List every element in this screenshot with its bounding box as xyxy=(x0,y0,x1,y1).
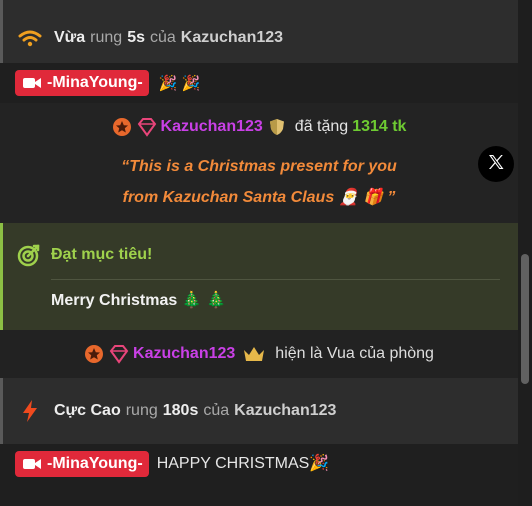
king-username[interactable]: Kazuchan123 xyxy=(133,345,235,363)
video-camera-icon xyxy=(23,458,41,470)
chat-feed: Vừa rung 5s của Kazuchan123 -MinaYoung- … xyxy=(0,0,518,506)
wifi-vibe-icon xyxy=(18,26,42,50)
video-camera-icon xyxy=(23,77,41,89)
lightning-icon xyxy=(18,399,42,423)
star-rank-icon xyxy=(84,344,104,364)
gift-line: Kazuchan123 đã tặng 1314 tk xyxy=(0,117,518,137)
chat-message-row: -MinaYoung- HAPPY CHRISTMAS🎉 xyxy=(0,444,518,506)
vibe-verb: rung xyxy=(90,28,123,46)
gift-event-row: Kazuchan123 đã tặng 1314 tk “This is a C… xyxy=(0,103,518,223)
vibe-duration: 180s xyxy=(162,402,199,419)
star-rank-icon xyxy=(112,117,132,137)
chat-message-row: -MinaYoung- 🎉 🎉 xyxy=(0,63,518,103)
king-text: hiện là Vua của phòng xyxy=(275,345,434,362)
x-logo-icon xyxy=(487,153,505,176)
vibe-of: của xyxy=(149,28,176,46)
badge-username: -MinaYoung- xyxy=(47,74,143,91)
king-event-row: Kazuchan123 hiện là Vua của phòng xyxy=(0,330,518,378)
scrollbar-thumb[interactable] xyxy=(521,254,529,384)
scrollbar-track[interactable] xyxy=(518,0,532,506)
diamond-icon xyxy=(136,117,158,137)
goal-message: Merry Christmas 🎄 🎄 xyxy=(51,292,227,309)
target-icon xyxy=(17,243,41,267)
vibe-level: Cực Cao xyxy=(54,402,121,419)
goal-divider xyxy=(51,279,500,280)
vibe-verb: rung xyxy=(125,402,158,419)
gift-amount: 1314 tk xyxy=(352,118,407,135)
shield-icon xyxy=(269,118,285,136)
goal-reached-row: Đạt mục tiêu! Merry Christmas 🎄 🎄 xyxy=(0,223,518,330)
goal-title: Đạt mục tiêu! xyxy=(51,246,153,263)
gift-verb: đã tặng xyxy=(294,118,349,135)
gift-quote: “This is a Christmas present for you fro… xyxy=(40,151,478,213)
user-badge[interactable]: -MinaYoung- xyxy=(15,70,149,96)
vibe-event-row: Cực Cao rung 180s của Kazuchan123 xyxy=(0,378,518,444)
user-badge[interactable]: -MinaYoung- xyxy=(15,451,149,477)
vibe-username[interactable]: Kazuchan123 xyxy=(181,29,283,47)
vibe-of: của xyxy=(203,402,230,419)
vibe-username[interactable]: Kazuchan123 xyxy=(234,402,336,420)
gift-quote-line1: “This is a Christmas present for you xyxy=(121,158,397,175)
vibe-event-row: Vừa rung 5s của Kazuchan123 xyxy=(0,0,518,63)
badge-username: -MinaYoung- xyxy=(47,455,143,472)
chat-emoji: 🎉 🎉 xyxy=(158,75,201,92)
gift-quote-line2: from Kazuchan Santa Claus 🎅 🎁 ” xyxy=(122,189,396,206)
x-share-button[interactable] xyxy=(478,146,514,182)
goal-header: Đạt mục tiêu! xyxy=(17,243,152,267)
chat-message-text: HAPPY CHRISTMAS🎉 xyxy=(156,455,330,472)
diamond-icon xyxy=(108,344,130,364)
vibe-level: Vừa xyxy=(54,28,86,46)
gift-username[interactable]: Kazuchan123 xyxy=(161,118,263,136)
crown-icon xyxy=(243,346,265,362)
vibe-duration: 5s xyxy=(127,28,145,46)
